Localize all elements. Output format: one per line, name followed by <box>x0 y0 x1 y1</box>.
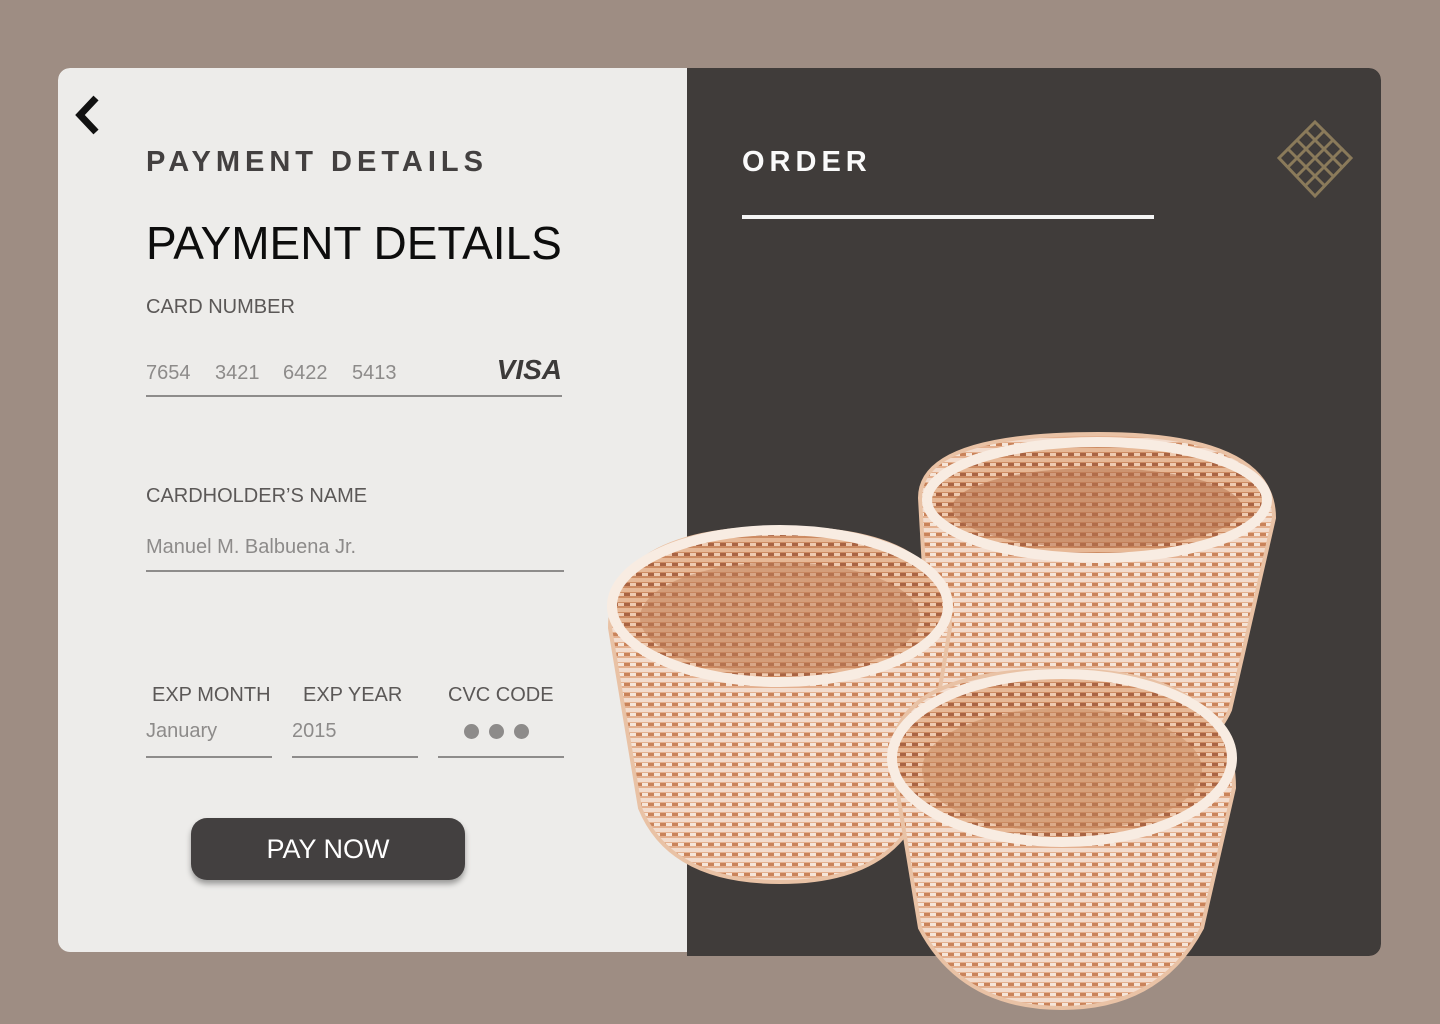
mask-dot <box>489 724 504 739</box>
card-number-group: 7654 <box>146 362 191 384</box>
exp-year-field[interactable]: 2015 <box>292 708 418 758</box>
card-number-group: 6422 <box>283 362 328 384</box>
section-eyebrow: PAYMENT DETAILS <box>146 146 488 178</box>
mask-dot <box>464 724 479 739</box>
card-number-group: 3421 <box>215 362 260 384</box>
cvc-field[interactable] <box>438 708 564 758</box>
card-number-group: 5413 <box>352 362 397 384</box>
exp-month-label: EXP MONTH <box>152 684 271 706</box>
mask-dot <box>514 724 529 739</box>
woven-baskets-image <box>607 431 1277 1011</box>
visa-logo: VISA <box>496 354 562 385</box>
order-title: ORDER <box>742 146 872 178</box>
back-button[interactable] <box>72 92 106 138</box>
exp-month-field[interactable]: January <box>146 708 272 758</box>
pay-now-button[interactable]: PAY NOW <box>191 818 465 880</box>
exp-year-value: 2015 <box>292 720 337 742</box>
cardholder-name-field[interactable]: Manuel M. Balbuena Jr. <box>146 532 564 572</box>
chevron-left-icon <box>75 95 99 135</box>
woven-knot-logo-icon <box>1276 119 1354 199</box>
cvc-label: CVC CODE <box>448 684 554 706</box>
order-underline <box>742 215 1154 219</box>
cardholder-label: CARDHOLDER’S NAME <box>146 485 368 507</box>
cvc-masked-dots <box>464 724 529 739</box>
payment-panel: PAYMENT DETAILS PAYMENT DETAILS CARD NUM… <box>58 68 687 952</box>
page-title: PAYMENT DETAILS <box>146 217 562 269</box>
card-number-field[interactable]: 7654 3421 6422 5413 VISA <box>146 354 562 397</box>
card-number-label: CARD NUMBER <box>146 296 295 318</box>
exp-year-label: EXP YEAR <box>303 684 403 706</box>
exp-month-value: January <box>146 720 218 742</box>
